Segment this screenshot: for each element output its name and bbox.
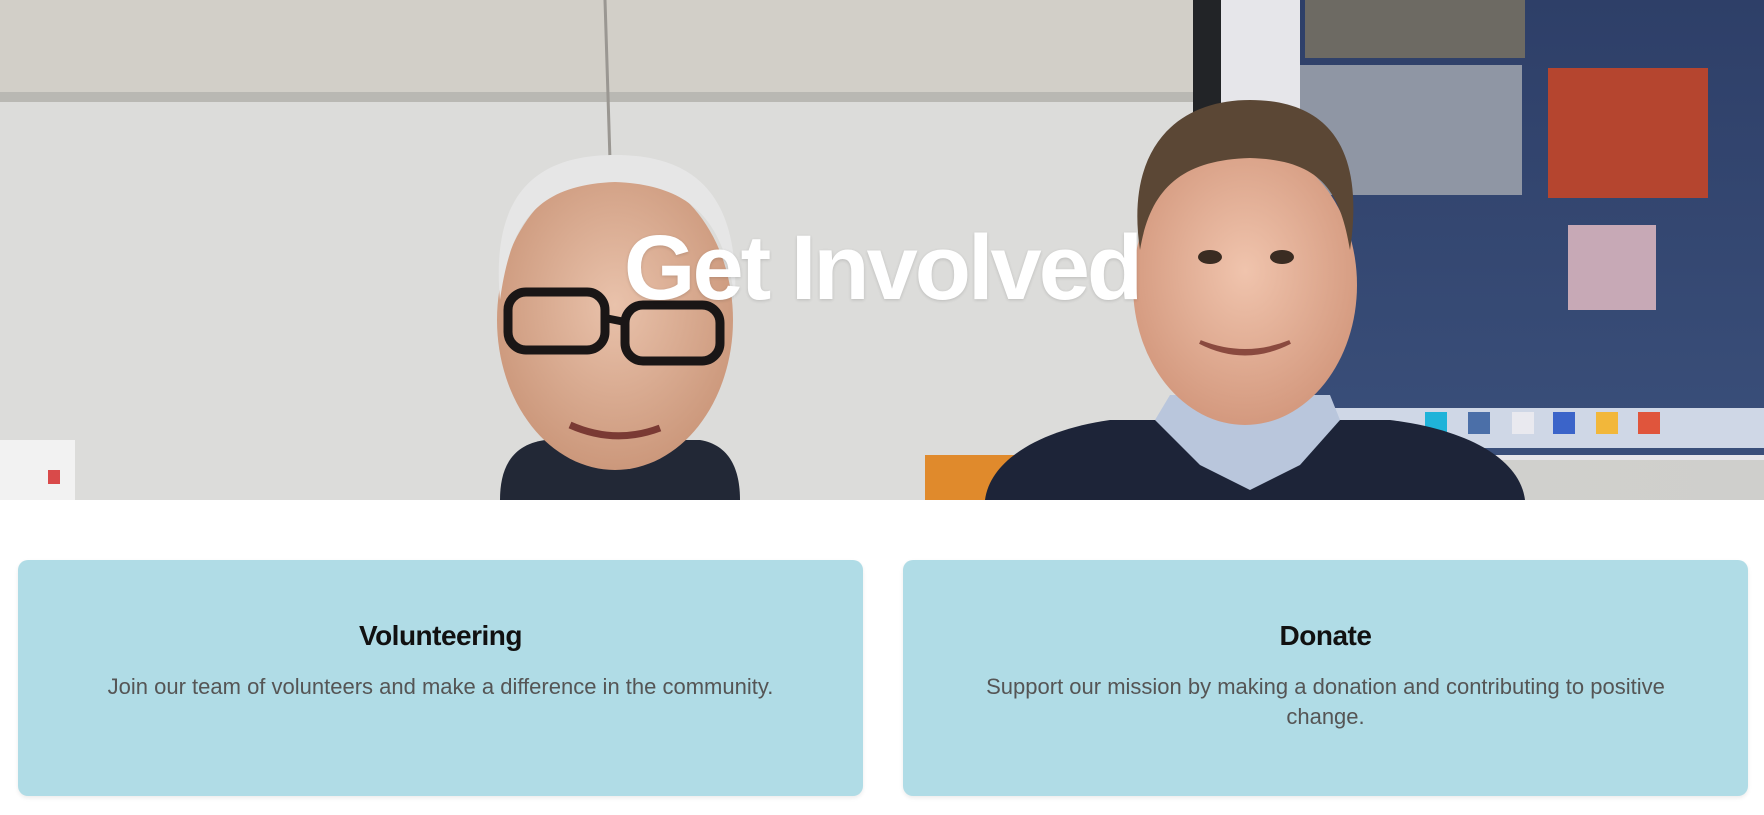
hero-title: Get Involved bbox=[623, 217, 1143, 319]
donate-card[interactable]: Donate Support our mission by making a d… bbox=[903, 560, 1748, 796]
hero-section: Get Involved bbox=[0, 0, 1764, 500]
get-involved-cards: Volunteering Join our team of volunteers… bbox=[18, 560, 1748, 796]
volunteering-card-text: Join our team of volunteers and make a d… bbox=[107, 674, 774, 699]
volunteering-card-title[interactable]: Volunteering bbox=[78, 620, 803, 652]
donate-card-text: Support our mission by making a donation… bbox=[986, 674, 1665, 729]
donate-card-title[interactable]: Donate bbox=[963, 620, 1688, 652]
volunteering-card[interactable]: Volunteering Join our team of volunteers… bbox=[18, 560, 863, 796]
